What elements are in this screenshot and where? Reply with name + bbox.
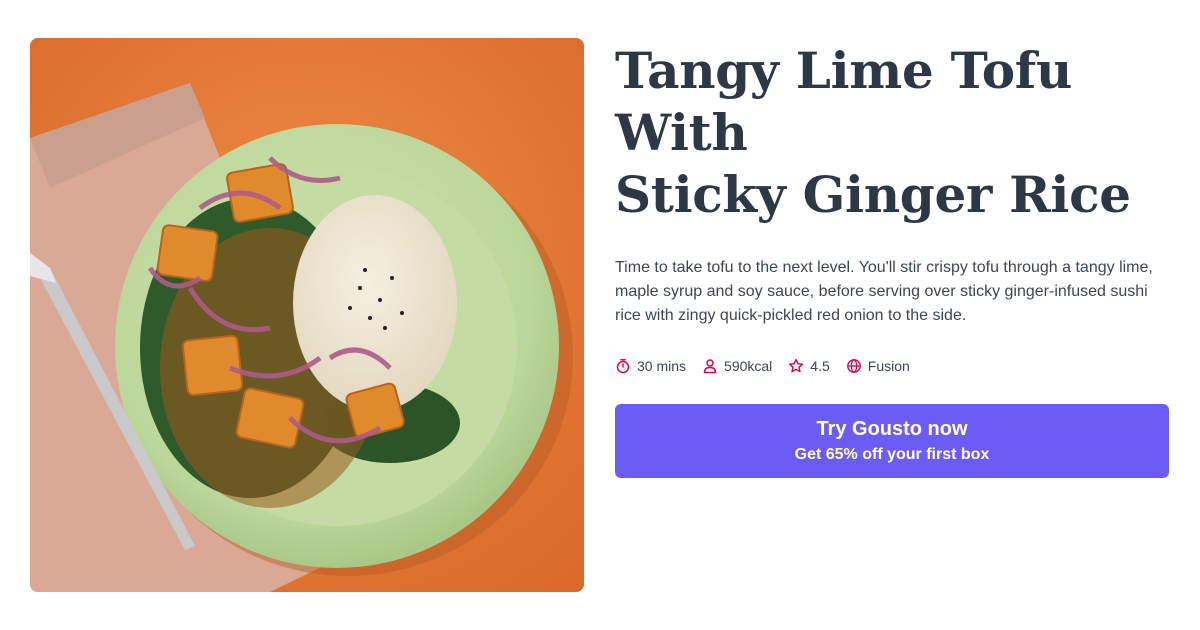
cta-sublabel: Get 65% off your first box — [794, 446, 990, 463]
meta-time: 30 mins — [615, 358, 686, 374]
globe-icon — [846, 358, 862, 374]
recipe-meta: 30 mins 590kcal 4.5 Fusion — [615, 358, 1175, 374]
star-icon — [788, 358, 804, 374]
meta-rating: 4.5 — [788, 358, 830, 374]
try-gousto-button[interactable]: Try Gousto now Get 65% off your first bo… — [615, 404, 1169, 478]
recipe-title-line1: Tangy Lime Tofu With — [615, 41, 1073, 162]
recipe-photo — [30, 38, 584, 592]
recipe-title: Tangy Lime Tofu With Sticky Ginger Rice — [615, 40, 1175, 226]
recipe-title-line2: Sticky Ginger Rice — [615, 165, 1131, 224]
recipe-description: Time to take tofu to the next level. You… — [615, 259, 1153, 324]
stopwatch-icon — [615, 358, 631, 374]
meta-calories-label: 590kcal — [724, 358, 773, 374]
meta-cuisine: Fusion — [846, 358, 910, 374]
meta-rating-label: 4.5 — [810, 358, 830, 374]
cta-label: Try Gousto now — [816, 418, 968, 440]
person-icon — [702, 358, 718, 374]
meta-time-label: 30 mins — [637, 358, 687, 374]
meta-calories: 590kcal — [702, 358, 772, 374]
recipe-details: Tangy Lime Tofu With Sticky Ginger Rice … — [615, 40, 1175, 478]
meta-cuisine-label: Fusion — [867, 358, 910, 374]
